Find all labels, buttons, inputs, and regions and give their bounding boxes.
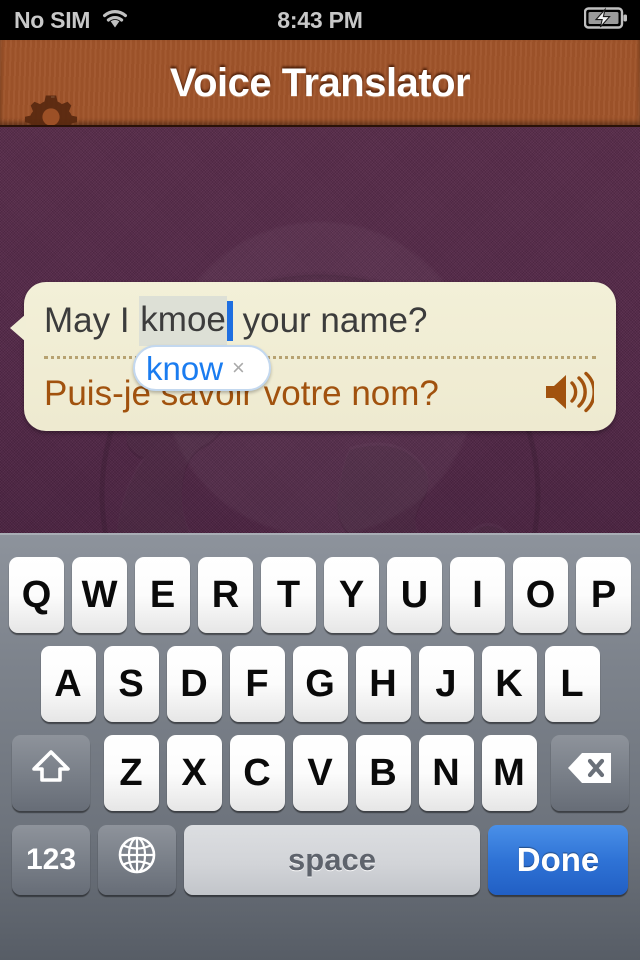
battery-charging-icon <box>583 6 628 34</box>
phrase-bubble[interactable]: May I kmoe your name? Puis-je savoir vot… <box>10 282 616 431</box>
speaker-icon <box>542 370 596 419</box>
key-p[interactable]: P <box>576 557 631 633</box>
key-x[interactable]: X <box>166 735 222 811</box>
translated-text: Puis-je savoir votre nom? <box>44 374 439 413</box>
key-r[interactable]: R <box>198 557 253 633</box>
space-key[interactable]: space <box>184 825 480 895</box>
numeric-mode-key[interactable]: 123 <box>12 825 90 895</box>
key-o[interactable]: O <box>513 557 568 633</box>
key-n[interactable]: N <box>418 735 474 811</box>
source-text[interactable]: May I kmoe your name? <box>44 290 604 352</box>
source-text-suffix: your name? <box>232 301 428 340</box>
globe-icon <box>116 834 158 886</box>
key-w[interactable]: W <box>72 557 127 633</box>
key-k[interactable]: K <box>481 646 537 722</box>
source-text-prefix: May I <box>44 301 140 340</box>
key-z[interactable]: Z <box>103 735 159 811</box>
key-s[interactable]: S <box>103 646 159 722</box>
key-t[interactable]: T <box>261 557 316 633</box>
shift-key[interactable] <box>11 735 90 811</box>
keyboard-row-2: A S D F G H J K L <box>0 646 640 722</box>
misspelled-word[interactable]: kmoe <box>139 296 227 346</box>
keyboard-row-4: 123 space Done <box>0 825 640 895</box>
key-h[interactable]: H <box>355 646 411 722</box>
key-y[interactable]: Y <box>324 557 379 633</box>
status-bar-right <box>583 6 628 34</box>
on-screen-keyboard: Q W E R T Y U I O P A S D F G H J K L Z … <box>0 533 640 960</box>
key-u[interactable]: U <box>387 557 442 633</box>
key-g[interactable]: G <box>292 646 348 722</box>
key-d[interactable]: D <box>166 646 222 722</box>
status-bar: No SIM 8:43 PM <box>0 0 640 40</box>
key-e[interactable]: E <box>135 557 190 633</box>
autocorrect-suggestion-popup[interactable]: know × <box>133 345 271 391</box>
key-b[interactable]: B <box>355 735 411 811</box>
key-a[interactable]: A <box>40 646 96 722</box>
key-f[interactable]: F <box>229 646 285 722</box>
key-l[interactable]: L <box>544 646 600 722</box>
shift-icon <box>29 746 73 800</box>
key-m[interactable]: M <box>481 735 537 811</box>
speak-button[interactable] <box>540 370 596 418</box>
page-title: Voice Translator <box>169 61 471 105</box>
key-j[interactable]: J <box>418 646 474 722</box>
clock-label: 8:43 PM <box>277 6 363 33</box>
key-v[interactable]: V <box>292 735 348 811</box>
key-i[interactable]: I <box>450 557 505 633</box>
main-content-area: May I kmoe your name? Puis-je savoir vot… <box>0 127 640 533</box>
done-key[interactable]: Done <box>488 825 628 895</box>
bubble-tail-icon <box>10 314 26 342</box>
autocorrect-dismiss-button[interactable]: × <box>232 357 245 379</box>
keyboard-row-1: Q W E R T Y U I O P <box>0 557 640 633</box>
autocorrect-suggestion-word[interactable]: know <box>146 352 223 385</box>
keyboard-row-3: Z X C V B N M <box>0 735 640 811</box>
settings-button[interactable] <box>22 90 80 125</box>
backspace-key[interactable] <box>550 735 629 811</box>
key-q[interactable]: Q <box>9 557 64 633</box>
navigation-bar: Voice Translator <box>0 40 640 127</box>
backspace-icon <box>566 750 614 796</box>
bubble-divider <box>44 356 596 359</box>
language-switch-key[interactable] <box>98 825 176 895</box>
gear-icon <box>24 91 78 125</box>
key-c[interactable]: C <box>229 735 285 811</box>
